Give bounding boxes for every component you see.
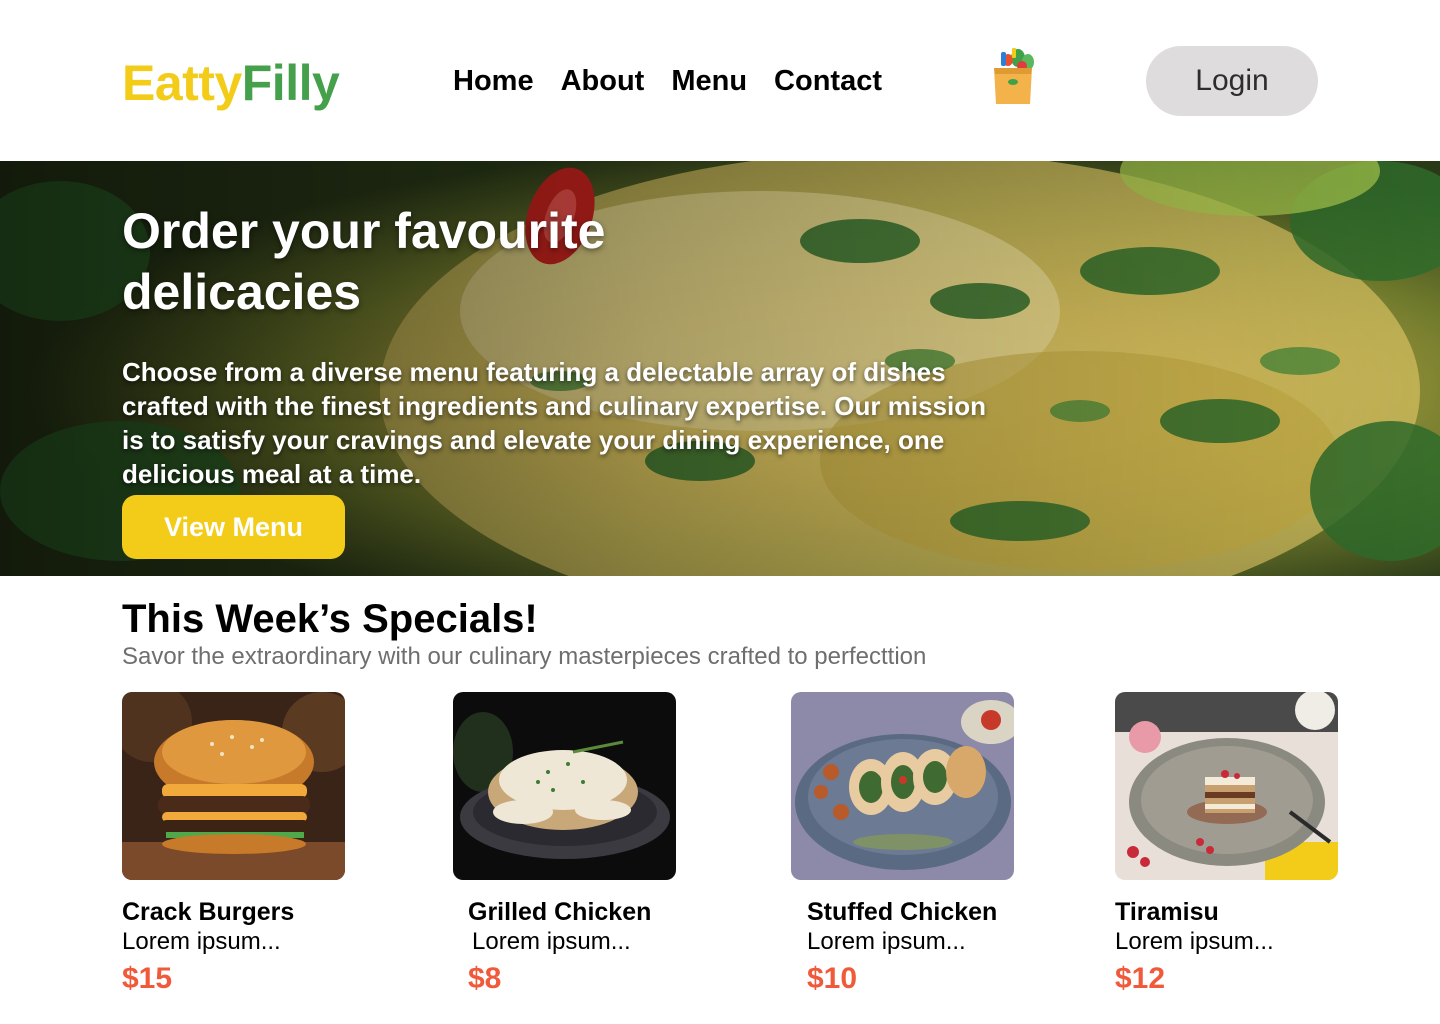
special-card[interactable]: Stuffed Chicken Lorem ipsum... $10 (791, 692, 1021, 995)
card-price: $15 (122, 962, 173, 995)
hero-title: Order your favourite delicacies (122, 203, 606, 320)
card-description: Lorem ipsum... (807, 928, 966, 955)
main-nav: Home About Menu Contact (453, 62, 882, 100)
nav-home[interactable]: Home (453, 62, 534, 100)
stuffed-chicken-photo[interactable] (791, 692, 1014, 880)
grocery-bag-icon[interactable] (984, 44, 1042, 108)
nav-contact[interactable]: Contact (774, 62, 882, 100)
brand-logo[interactable]: EattyFilly (122, 54, 340, 112)
login-button[interactable]: Login (1146, 46, 1318, 116)
view-menu-button[interactable]: View Menu (122, 495, 345, 559)
card-name: Tiramisu (1115, 898, 1219, 926)
tiramisu-photo[interactable] (1115, 692, 1338, 880)
hero-description: Choose from a diverse menu featuring a d… (122, 357, 986, 489)
card-description: Lorem ipsum... (472, 928, 631, 955)
site-header: EattyFilly Home About Menu Contact Login (0, 0, 1440, 161)
card-price: $8 (468, 962, 502, 995)
card-name: Crack Burgers (122, 898, 295, 926)
card-price: $12 (1115, 962, 1166, 995)
brand-logo-part2: Filly (241, 55, 340, 111)
card-description: Lorem ipsum... (122, 928, 281, 955)
nav-menu[interactable]: Menu (671, 62, 747, 100)
card-name: Grilled Chicken (468, 898, 652, 926)
nav-about[interactable]: About (561, 62, 645, 100)
card-name: Stuffed Chicken (807, 898, 998, 926)
grilled-chicken-photo[interactable] (453, 692, 676, 880)
burger-photo[interactable] (122, 692, 345, 880)
special-card[interactable]: Crack Burgers Lorem ipsum... $15 (122, 692, 352, 995)
special-card[interactable]: Tiramisu Lorem ipsum... $12 (1115, 692, 1345, 995)
hero-content: Order your favourite delicacies Choose f… (122, 201, 1022, 491)
brand-logo-part1: Eatty (122, 55, 242, 111)
specials-subtitle: Savor the extraordinary with our culinar… (122, 643, 927, 670)
special-card[interactable]: Grilled Chicken Lorem ipsum... $8 (453, 692, 683, 995)
specials-title: This Week’s Specials! (122, 597, 538, 641)
card-description: Lorem ipsum... (1115, 928, 1274, 955)
hero-banner: Order your favourite delicacies Choose f… (0, 161, 1440, 576)
card-price: $10 (807, 962, 858, 995)
